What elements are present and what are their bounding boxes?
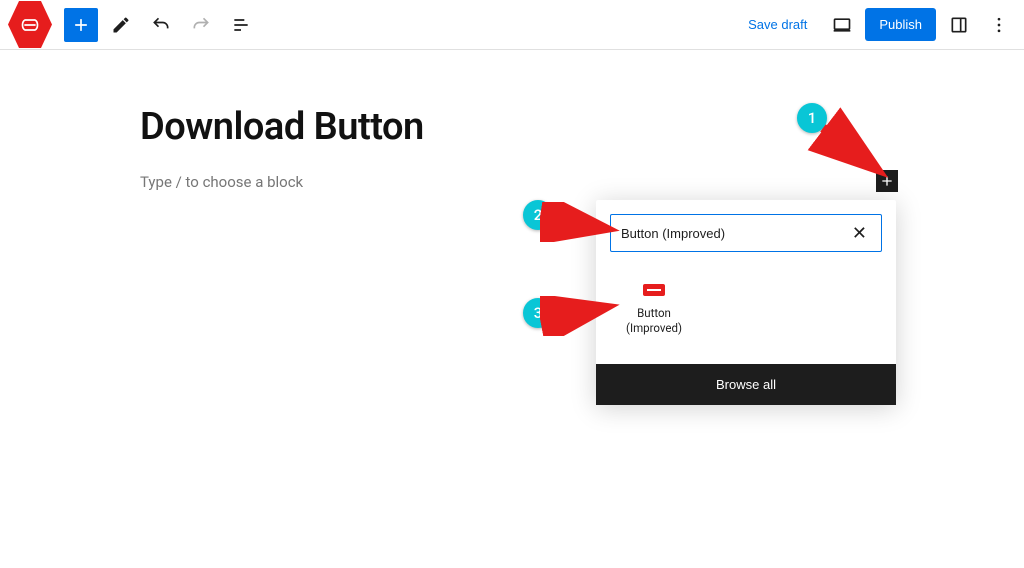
annotation-callout-1: 1 — [797, 103, 827, 133]
search-results: Button (Improved) — [596, 266, 896, 364]
button-block-icon — [643, 284, 665, 296]
editor-toolbar: Save draft Publish — [0, 0, 1024, 50]
block-result-button-improved[interactable]: Button (Improved) — [610, 272, 698, 342]
edit-tool-button[interactable] — [104, 8, 138, 42]
block-result-label: Button (Improved) — [612, 306, 696, 336]
undo-button[interactable] — [144, 8, 178, 42]
annotation-callout-3: 3 — [523, 298, 553, 328]
post-title[interactable]: Download Button — [140, 105, 884, 149]
block-search-input[interactable] — [621, 226, 848, 241]
empty-block-placeholder[interactable]: Type / to choose a block — [140, 173, 884, 191]
editor-canvas: Download Button Type / to choose a block — [0, 50, 1024, 191]
publish-button[interactable]: Publish — [865, 8, 936, 41]
app-logo[interactable] — [8, 0, 52, 50]
preview-button[interactable] — [825, 8, 859, 42]
redo-button[interactable] — [184, 8, 218, 42]
browse-all-button[interactable]: Browse all — [596, 364, 896, 405]
settings-sidebar-toggle[interactable] — [942, 8, 976, 42]
more-menu-button[interactable] — [982, 8, 1016, 42]
block-search-field: ✕ — [610, 214, 882, 252]
block-inserter-popover: ✕ Button (Improved) Browse all — [596, 200, 896, 405]
add-block-button[interactable] — [64, 8, 98, 42]
document-outline-button[interactable] — [224, 8, 258, 42]
inline-add-block-button[interactable] — [876, 170, 898, 192]
clear-search-button[interactable]: ✕ — [848, 223, 871, 244]
annotation-callout-2: 2 — [523, 200, 553, 230]
save-draft-button[interactable]: Save draft — [736, 9, 819, 40]
